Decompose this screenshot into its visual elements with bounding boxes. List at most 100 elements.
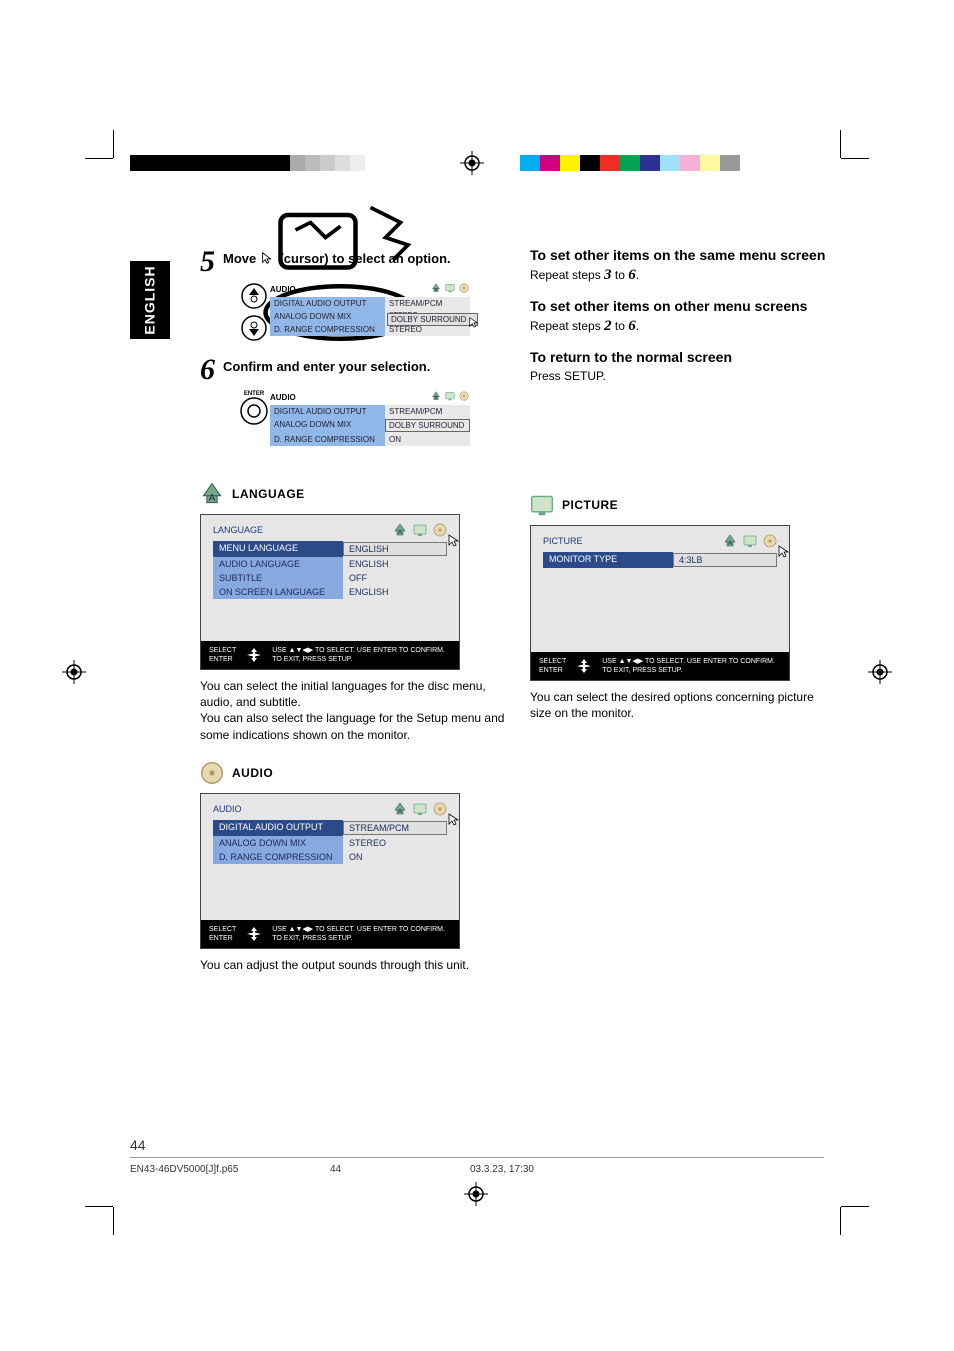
right-text-3: Press SETUP. <box>530 369 830 383</box>
menu-val: STREAM/PCM <box>385 297 470 310</box>
crop-mark <box>840 130 841 158</box>
dpad-down-icon <box>241 315 267 341</box>
device-disc-icon <box>198 200 246 240</box>
picture-osd: PICTURE MONITOR TYPE4:3LB SELECTENTER US… <box>530 525 790 681</box>
audio-section: AUDIO AUDIO DIGITAL AUDIO OUTPUTSTREAM/P… <box>200 761 510 973</box>
menu-key: DIGITAL AUDIO OUTPUT <box>270 405 385 418</box>
osd-tabs <box>393 523 447 537</box>
cursor-pointer-icon <box>468 316 480 330</box>
picture-section-heading: PICTURE <box>562 498 618 512</box>
registration-mark-bottom <box>464 1182 488 1209</box>
osd-key: AUDIO LANGUAGE <box>213 557 343 571</box>
step-5-text-a: Move <box>223 251 260 266</box>
crop-mark <box>85 158 113 159</box>
step-5: 5 Move (cursor) to select an option. <box>200 247 510 277</box>
osd-footer-select: SELECT <box>209 925 236 934</box>
crop-mark <box>840 1207 841 1235</box>
enter-icon <box>240 397 268 425</box>
cursor-pointer-icon <box>777 544 791 560</box>
grey-swatches <box>290 155 365 174</box>
step-5-menu: AUDIO DIGITAL AUDIO OUTPUTSTREAM/PCM ANA… <box>270 283 470 336</box>
osd-key: MENU LANGUAGE <box>213 541 343 557</box>
right-heading-1: To set other items on the same menu scre… <box>530 247 830 263</box>
printer-marks-top <box>0 155 954 175</box>
osd-footer-hint1: USE ▲▼◀▶ TO SELECT. USE ENTER TO CONFIRM… <box>602 657 775 666</box>
osd-val: STEREO <box>343 836 447 850</box>
osd-tabs <box>393 802 447 816</box>
step-5-text-b: (cursor) to select an option. <box>279 251 450 266</box>
black-swatches <box>130 155 290 174</box>
right-text-1: Repeat steps 3 to 6. <box>530 267 830 284</box>
osd-val: OFF <box>343 571 447 585</box>
crop-mark <box>841 158 869 159</box>
crop-mark <box>113 1207 114 1235</box>
menu-key: DIGITAL AUDIO OUTPUT <box>270 297 385 310</box>
file-footer: EN43-46DV5000[J]f.p65 44 03.3.23, 17:30 <box>130 1157 824 1175</box>
language-description: You can select the initial languages for… <box>200 678 510 743</box>
menu-val: STEREO DOLBY SURROUND <box>385 310 470 323</box>
osd-footer: SELECTENTER USE ▲▼◀▶ TO SELECT. USE ENTE… <box>531 652 789 680</box>
registration-mark-right <box>868 660 892 687</box>
audio-osd: AUDIO DIGITAL AUDIO OUTPUTSTREAM/PCM ANA… <box>200 793 460 949</box>
dpad-up-icon <box>241 283 267 309</box>
osd-val: ENGLISH <box>343 557 447 571</box>
file-name: EN43-46DV5000[J]f.p65 <box>130 1164 330 1175</box>
osd-title: LANGUAGE <box>213 525 263 535</box>
crop-mark <box>113 130 114 158</box>
pastel-swatches <box>660 155 740 174</box>
page-content: ENGLISH 5 Move (cursor) to select an opt… <box>130 175 824 1175</box>
right-heading-2: To set other items on other menu screens <box>530 298 830 314</box>
osd-tabs <box>723 534 777 548</box>
osd-key: DIGITAL AUDIO OUTPUT <box>213 820 343 836</box>
osd-footer-select: SELECT <box>209 646 236 655</box>
language-tab: ENGLISH <box>130 261 170 339</box>
osd-key: MONITOR TYPE <box>543 552 673 568</box>
language-section-icon <box>200 482 224 506</box>
osd-key: ANALOG DOWN MIX <box>213 836 343 850</box>
step-5-menu-title: AUDIO <box>270 285 296 294</box>
language-tab-label: ENGLISH <box>142 265 158 334</box>
osd-footer-enter: ENTER <box>539 666 566 675</box>
step-6: 6 Confirm and enter your selection. <box>200 355 510 385</box>
osd-key: D. RANGE COMPRESSION <box>213 850 343 864</box>
osd-footer-select: SELECT <box>539 657 566 666</box>
osd-val: 4:3LB <box>673 553 777 567</box>
osd-footer-hint1: USE ▲▼◀▶ TO SELECT. USE ENTER TO CONFIRM… <box>272 646 445 655</box>
step-5-text: Move (cursor) to select an option. <box>223 247 451 268</box>
osd-footer: SELECTENTER USE ▲▼◀▶ TO SELECT. USE ENTE… <box>201 920 459 948</box>
menu-key: ANALOG DOWN MIX <box>270 310 385 323</box>
osd-title: AUDIO <box>213 804 242 814</box>
registration-mark-left <box>62 660 86 687</box>
cursor-pointer-icon <box>447 812 461 828</box>
picture-description: You can select the desired options conce… <box>530 689 830 721</box>
menu-key: ANALOG DOWN MIX <box>270 418 385 433</box>
file-page: 44 <box>330 1164 470 1175</box>
nav-cross-icon <box>574 656 594 676</box>
audio-section-heading: AUDIO <box>232 766 273 780</box>
step-5-number: 5 <box>200 247 215 277</box>
menu-val: ON <box>385 433 470 446</box>
osd-val: STREAM/PCM <box>343 821 447 835</box>
language-section-heading: LANGUAGE <box>232 487 305 501</box>
picture-section: PICTURE PICTURE MONITOR TYPE4:3LB SELECT… <box>530 493 830 721</box>
cursor-pointer-icon <box>447 533 461 549</box>
step-6-number: 6 <box>200 355 215 385</box>
step-6-menu-title: AUDIO <box>270 393 296 402</box>
menu-dropdown: DOLBY SURROUND <box>387 313 478 326</box>
osd-val: ENGLISH <box>343 542 447 556</box>
crop-mark <box>841 1206 869 1207</box>
menu-val: STREAM/PCM <box>385 405 470 418</box>
nav-cross-icon <box>244 645 264 665</box>
menu-tabs <box>430 391 470 403</box>
osd-val: ENGLISH <box>343 585 447 599</box>
audio-section-icon <box>200 761 224 785</box>
enter-button-illustration: ENTER <box>238 391 270 425</box>
osd-footer: SELECTENTER USE ▲▼◀▶ TO SELECT. USE ENTE… <box>201 641 459 669</box>
left-column: 5 Move (cursor) to select an option. AUD… <box>200 247 510 973</box>
file-timestamp: 03.3.23, 17:30 <box>470 1164 534 1175</box>
cmyk-swatches <box>520 155 660 174</box>
osd-val: ON <box>343 850 447 864</box>
osd-footer-enter: ENTER <box>209 934 236 943</box>
step-6-illustration: ENTER AUDIO DIGITAL AUDIO OUTPUTSTREAM/P… <box>238 391 510 446</box>
crop-mark <box>85 1206 113 1207</box>
